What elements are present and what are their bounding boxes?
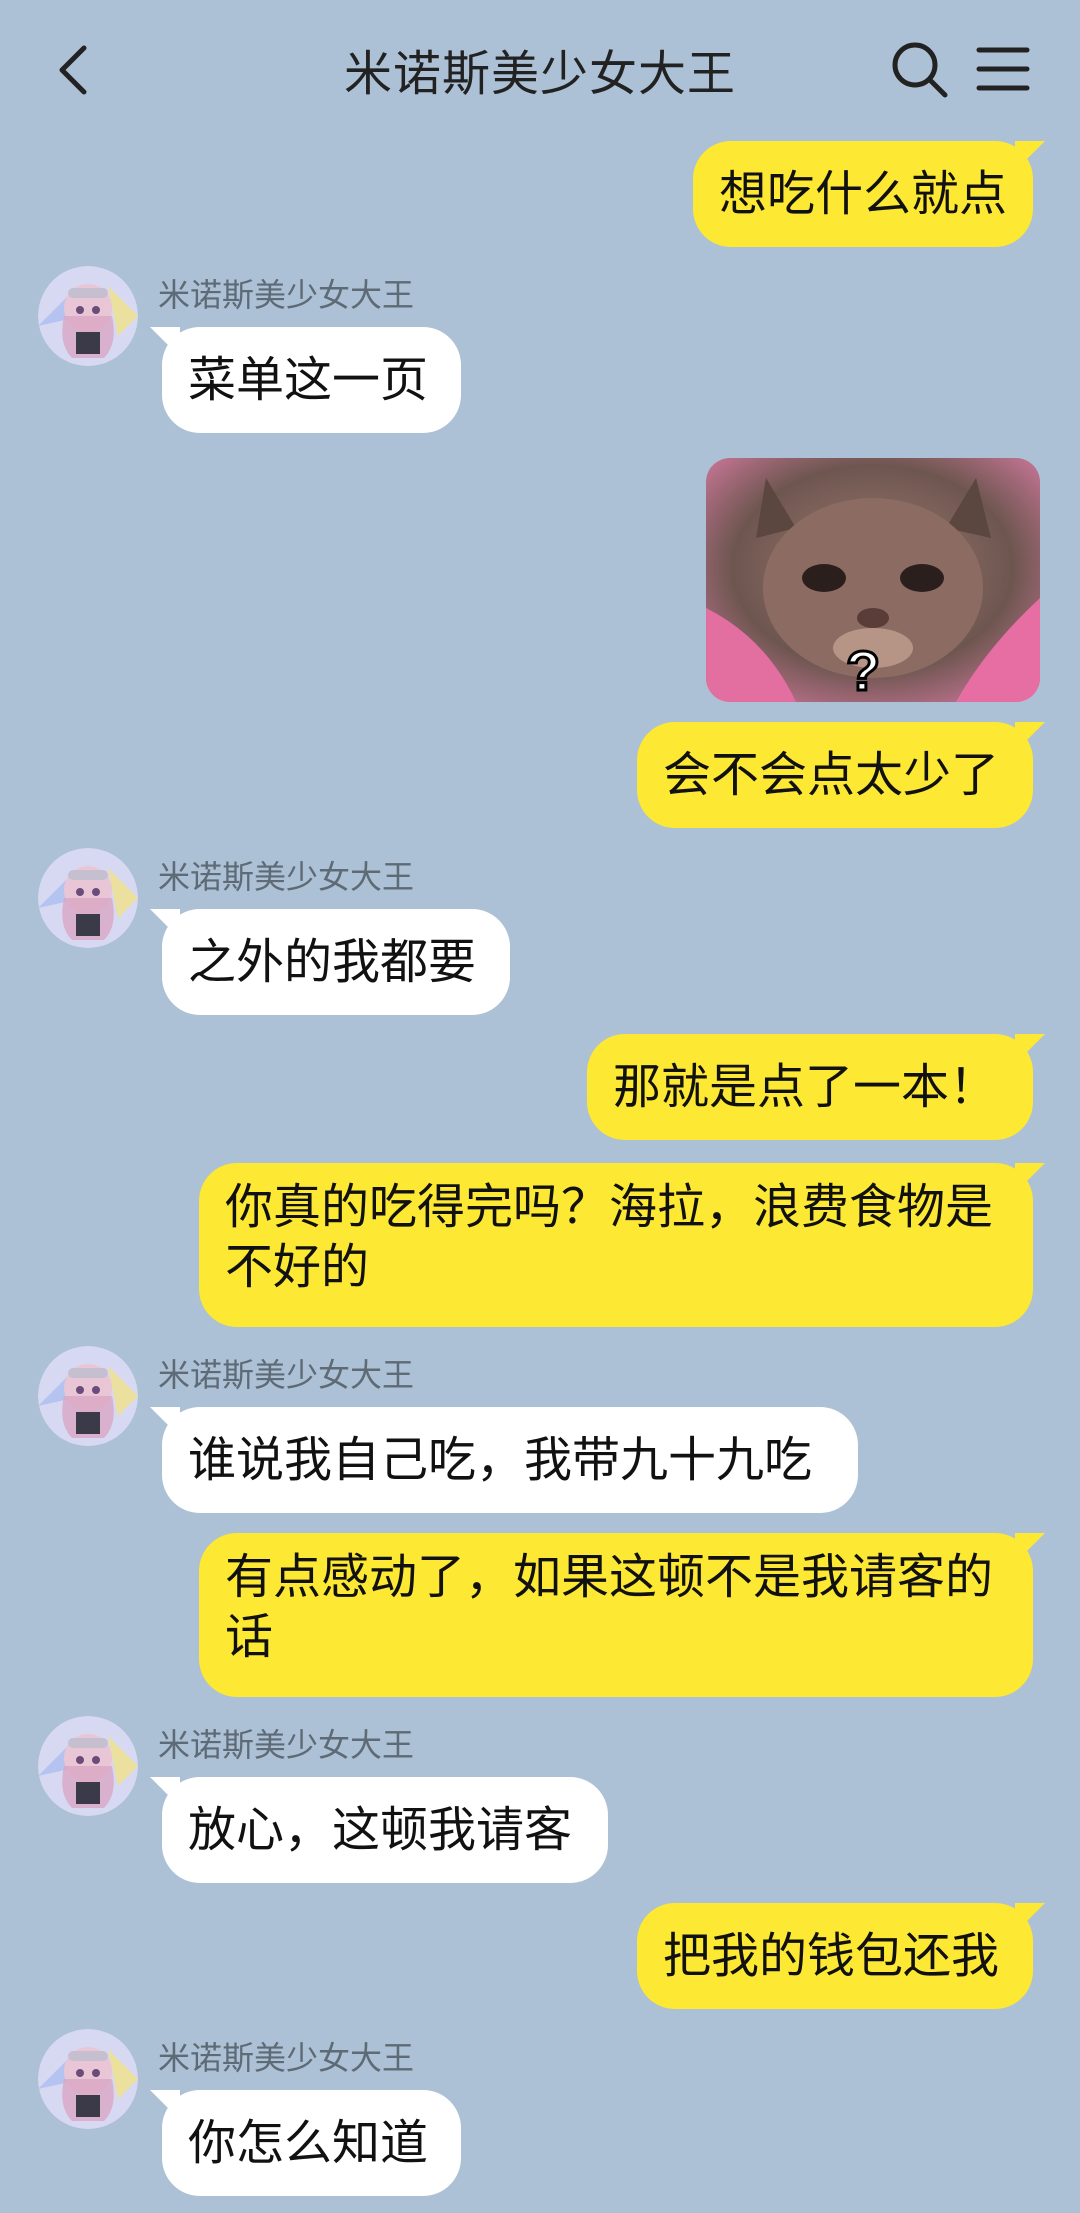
- avatar[interactable]: [38, 1716, 138, 1816]
- avatar[interactable]: [38, 2029, 138, 2129]
- svg-text:?: ?: [846, 639, 880, 702]
- message-text: 谁说我自己吃，我带九十九吃: [188, 1432, 813, 1488]
- incoming-message[interactable]: 你怎么知道: [162, 2090, 461, 2196]
- message-text: 那就是点了一本！: [613, 1059, 998, 1115]
- message-text: 会不会点太少了: [663, 747, 1000, 803]
- message-text: 菜单这一页: [188, 352, 429, 408]
- incoming-message[interactable]: 之外的我都要: [162, 909, 510, 1015]
- outgoing-message[interactable]: 把我的钱包还我: [637, 1903, 1033, 2009]
- sender-name: 米诺斯美少女大王: [158, 1726, 415, 1764]
- sender-name: 米诺斯美少女大王: [158, 1356, 415, 1394]
- avatar[interactable]: [38, 848, 138, 948]
- message-text: 把我的钱包还我: [663, 1928, 1000, 1984]
- outgoing-message[interactable]: 那就是点了一本！: [587, 1034, 1033, 1140]
- avatar[interactable]: [38, 266, 138, 366]
- chat-header: 米诺斯美少女大王: [0, 0, 1080, 140]
- sender-name: 米诺斯美少女大王: [158, 276, 415, 314]
- sender-name: 米诺斯美少女大王: [158, 858, 415, 896]
- incoming-message[interactable]: 菜单这一页: [162, 327, 461, 433]
- avatar[interactable]: [38, 1346, 138, 1446]
- message-text: 有点感动了，如果这顿不是我请客的话: [225, 1549, 994, 1665]
- search-icon[interactable]: [890, 40, 950, 100]
- outgoing-message[interactable]: 你真的吃得完吗？海拉，浪费食物是不好的: [199, 1163, 1033, 1327]
- message-text: 你怎么知道: [188, 2115, 429, 2171]
- menu-icon[interactable]: [975, 44, 1031, 94]
- message-text: 之外的我都要: [188, 934, 477, 990]
- outgoing-message[interactable]: 有点感动了，如果这顿不是我请客的话: [199, 1533, 1033, 1697]
- cat-sticker-image[interactable]: ?: [706, 458, 1040, 702]
- sender-name: 米诺斯美少女大王: [158, 2039, 415, 2077]
- incoming-message[interactable]: 放心，这顿我请客: [162, 1777, 608, 1883]
- outgoing-message[interactable]: 会不会点太少了: [637, 722, 1033, 828]
- incoming-message[interactable]: 谁说我自己吃，我带九十九吃: [162, 1407, 858, 1513]
- message-text: 你真的吃得完吗？海拉，浪费食物是不好的: [225, 1179, 994, 1295]
- message-text: 放心，这顿我请客: [188, 1802, 573, 1858]
- outgoing-message[interactable]: 想吃什么就点: [693, 141, 1033, 247]
- message-text: 想吃什么就点: [719, 166, 1008, 222]
